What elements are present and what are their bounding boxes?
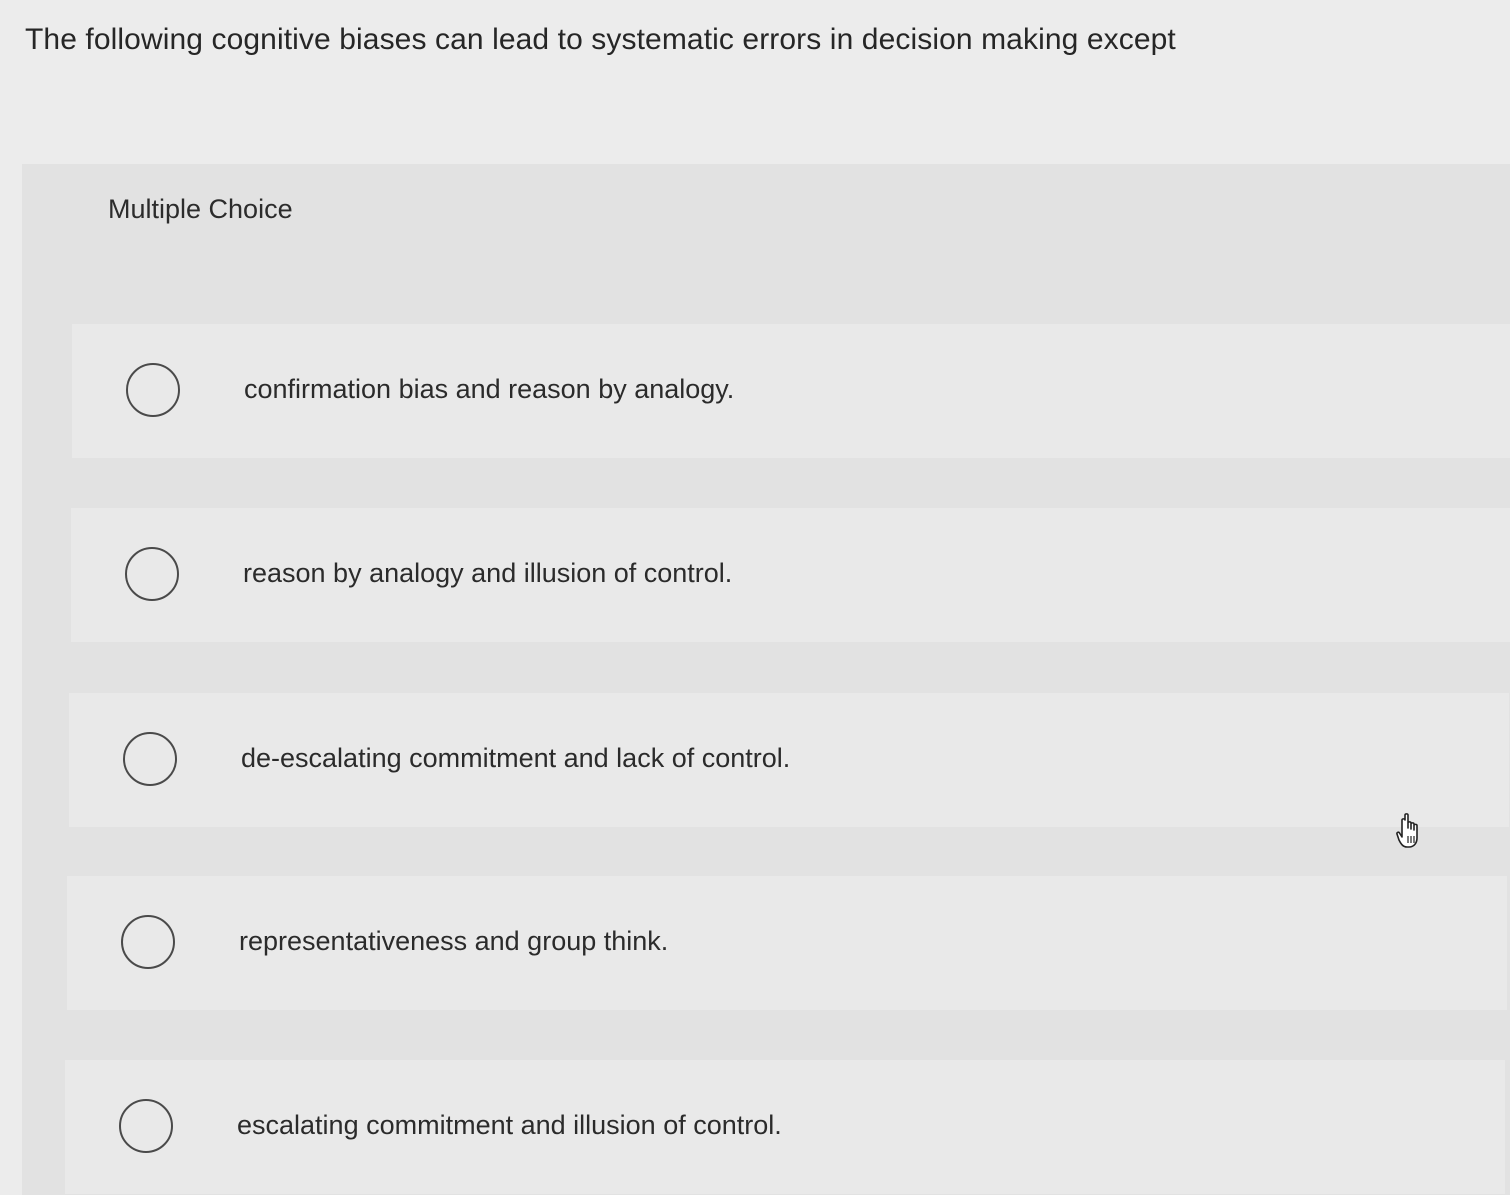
radio-button[interactable] (125, 547, 179, 601)
answer-label: de-escalating commitment and lack of con… (241, 743, 791, 773)
answer-choice-4[interactable]: representativeness and group think. (67, 876, 1507, 1010)
radio-button[interactable] (119, 1099, 173, 1153)
answer-label: confirmation bias and reason by analogy. (244, 374, 735, 404)
question-text: The following cognitive biases can lead … (25, 23, 1176, 56)
question-type-label: Multiple Choice (108, 194, 293, 224)
answer-label: reason by analogy and illusion of contro… (243, 558, 733, 588)
answer-label: escalating commitment and illusion of co… (237, 1110, 782, 1140)
answer-choice-5[interactable]: escalating commitment and illusion of co… (65, 1060, 1505, 1194)
radio-button[interactable] (126, 363, 180, 417)
answer-choice-1[interactable]: confirmation bias and reason by analogy. (72, 324, 1510, 458)
radio-button[interactable] (123, 732, 177, 786)
answer-choice-3[interactable]: de-escalating commitment and lack of con… (69, 693, 1509, 827)
multiple-choice-panel: Multiple Choice confirmation bias and re… (22, 164, 1510, 1195)
radio-button[interactable] (121, 915, 175, 969)
hand-pointer-icon (1396, 813, 1418, 848)
panel-header: Multiple Choice (22, 164, 1510, 264)
answer-choice-2[interactable]: reason by analogy and illusion of contro… (71, 508, 1510, 642)
answer-label: representativeness and group think. (239, 926, 669, 956)
